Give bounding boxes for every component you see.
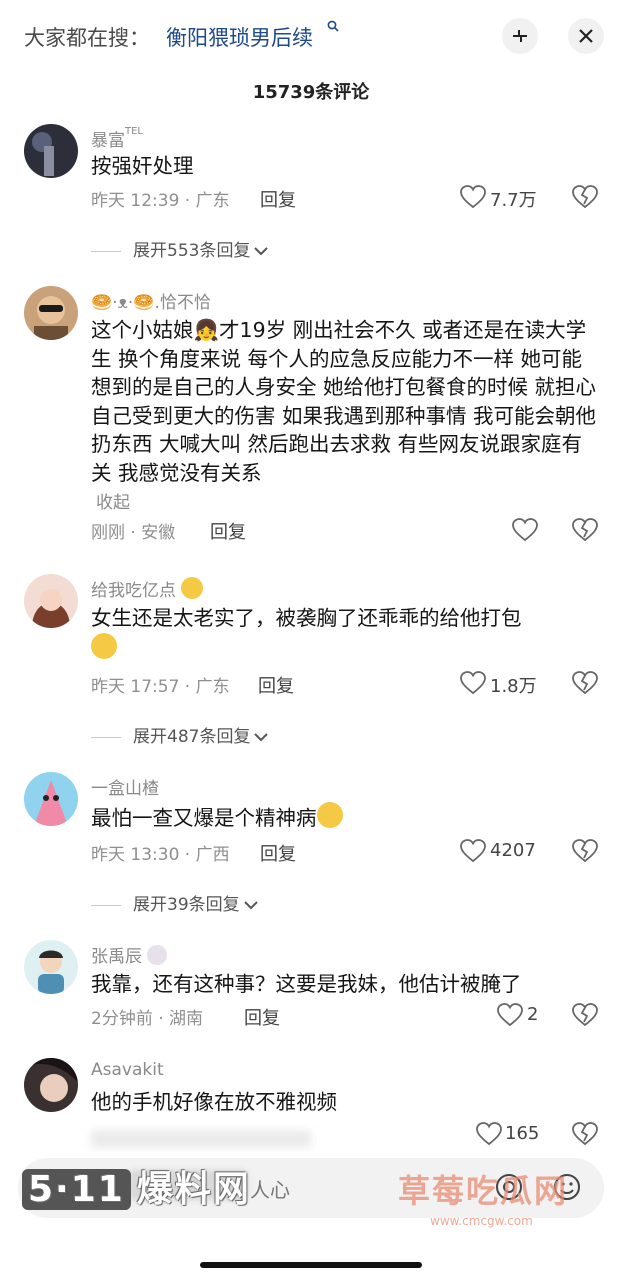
collapse-panel-button[interactable]	[502, 18, 538, 54]
broken-heart-icon[interactable]	[572, 838, 598, 864]
comment-text: 最怕一查又爆是个精神病	[91, 802, 599, 833]
heart-icon[interactable]	[497, 1003, 523, 1027]
heart-icon[interactable]	[460, 185, 486, 209]
comment-time-location: 刚刚 · 安徽	[91, 523, 176, 543]
top-search-bar: 大家都在搜： 衡阳猥琐男后续	[0, 0, 622, 72]
avatar[interactable]	[24, 940, 78, 994]
broken-heart-icon[interactable]	[572, 670, 598, 696]
heart-icon[interactable]	[476, 1122, 502, 1146]
expand-replies-button[interactable]: 展开553条回复	[91, 236, 269, 261]
close-icon	[579, 29, 593, 43]
watermark-right: 草莓吃瓜网	[398, 1172, 569, 1210]
broken-heart-icon[interactable]	[572, 184, 598, 210]
like-count: 2	[527, 1004, 539, 1025]
comment-username[interactable]: 一盒山楂	[91, 774, 159, 799]
watermark-url: www.cmcgw.com	[430, 1214, 533, 1228]
avatar[interactable]	[24, 1058, 78, 1112]
search-suggestion-link[interactable]: 衡阳猥琐男后续	[166, 22, 313, 52]
comment-username[interactable]: Asavakit	[91, 1060, 164, 1080]
avatar[interactable]	[24, 124, 78, 178]
smiling-emoji-icon	[181, 577, 204, 599]
reply-button[interactable]: 回复	[210, 518, 246, 544]
sweat-smile-emoji-icon	[316, 802, 343, 828]
blurred-overlay	[91, 1130, 311, 1148]
like-count: 165	[505, 1123, 540, 1144]
reply-button[interactable]: 回复	[244, 1004, 280, 1030]
chevron-down-icon	[254, 247, 269, 256]
collapse-button[interactable]: 收起	[96, 488, 130, 513]
like-count: 7.7万	[490, 190, 537, 211]
comment-time-location: 昨天 17:57 · 广东	[91, 677, 230, 697]
chevron-down-icon	[243, 901, 258, 910]
home-indicator[interactable]	[200, 1262, 422, 1268]
avatar[interactable]	[24, 574, 78, 628]
broken-heart-icon[interactable]	[572, 1002, 598, 1028]
comment-time-location: 昨天 12:39 · 广东	[91, 191, 230, 211]
avatar[interactable]	[24, 772, 78, 826]
heart-icon[interactable]	[460, 839, 486, 863]
comment-text: 他的手机好像在放不雅视频	[91, 1090, 337, 1114]
like-count: 4207	[490, 840, 536, 861]
search-prefix-label: 大家都在搜：	[24, 26, 150, 50]
chevron-down-icon	[254, 733, 269, 742]
crying-laughing-emoji-icon	[91, 632, 117, 659]
comment-username[interactable]: 给我吃亿点	[91, 576, 204, 601]
reply-button[interactable]: 回复	[258, 672, 294, 698]
heart-icon[interactable]	[512, 518, 538, 542]
heart-icon[interactable]	[460, 671, 486, 695]
comment-count-title: 15739条评论	[252, 82, 370, 103]
rabbit-emoji-icon	[147, 945, 168, 965]
comment-time-location: 昨天 13:30 · 广西	[91, 845, 230, 865]
reply-button[interactable]: 回复	[260, 186, 296, 212]
broken-heart-icon[interactable]	[572, 1121, 598, 1147]
comment-username[interactable]: 🥯·ᴥ·🥯.恰不恰	[91, 288, 211, 313]
comment-text: 按强奸处理	[91, 154, 194, 178]
reply-button[interactable]: 回复	[260, 840, 296, 866]
close-button[interactable]	[568, 18, 604, 54]
avatar[interactable]	[24, 286, 78, 340]
broken-heart-icon[interactable]	[572, 517, 598, 543]
expand-replies-button[interactable]: 展开487条回复	[91, 722, 269, 747]
comment-username[interactable]: 张禹辰	[91, 942, 168, 967]
like-count: 1.8万	[490, 676, 537, 697]
comment-text: 这个小姑娘👧才19岁 刚出社会不久 或者还是在读大学生 换个角度来说 每个人的应…	[91, 318, 597, 485]
expand-replies-button[interactable]: 展开39条回复	[91, 890, 258, 915]
search-mini-icon	[327, 20, 339, 36]
watermark-left: 5·11 爆料网	[22, 1160, 251, 1212]
comment-time-location: 2分钟前 · 湖南	[91, 1009, 204, 1029]
comment-username[interactable]: 暴富TEL	[91, 126, 143, 151]
comment-text: 女生还是太老实了，被袭胸了还乖乖的给他打包	[91, 604, 599, 663]
collapse-arrows-icon	[513, 30, 527, 42]
username-tag: TEL	[125, 126, 143, 137]
comment-text: 我靠，还有这种事？这要是我妹，他估计被腌了	[91, 972, 522, 996]
comment-input-text[interactable]: 人心	[250, 1174, 290, 1203]
